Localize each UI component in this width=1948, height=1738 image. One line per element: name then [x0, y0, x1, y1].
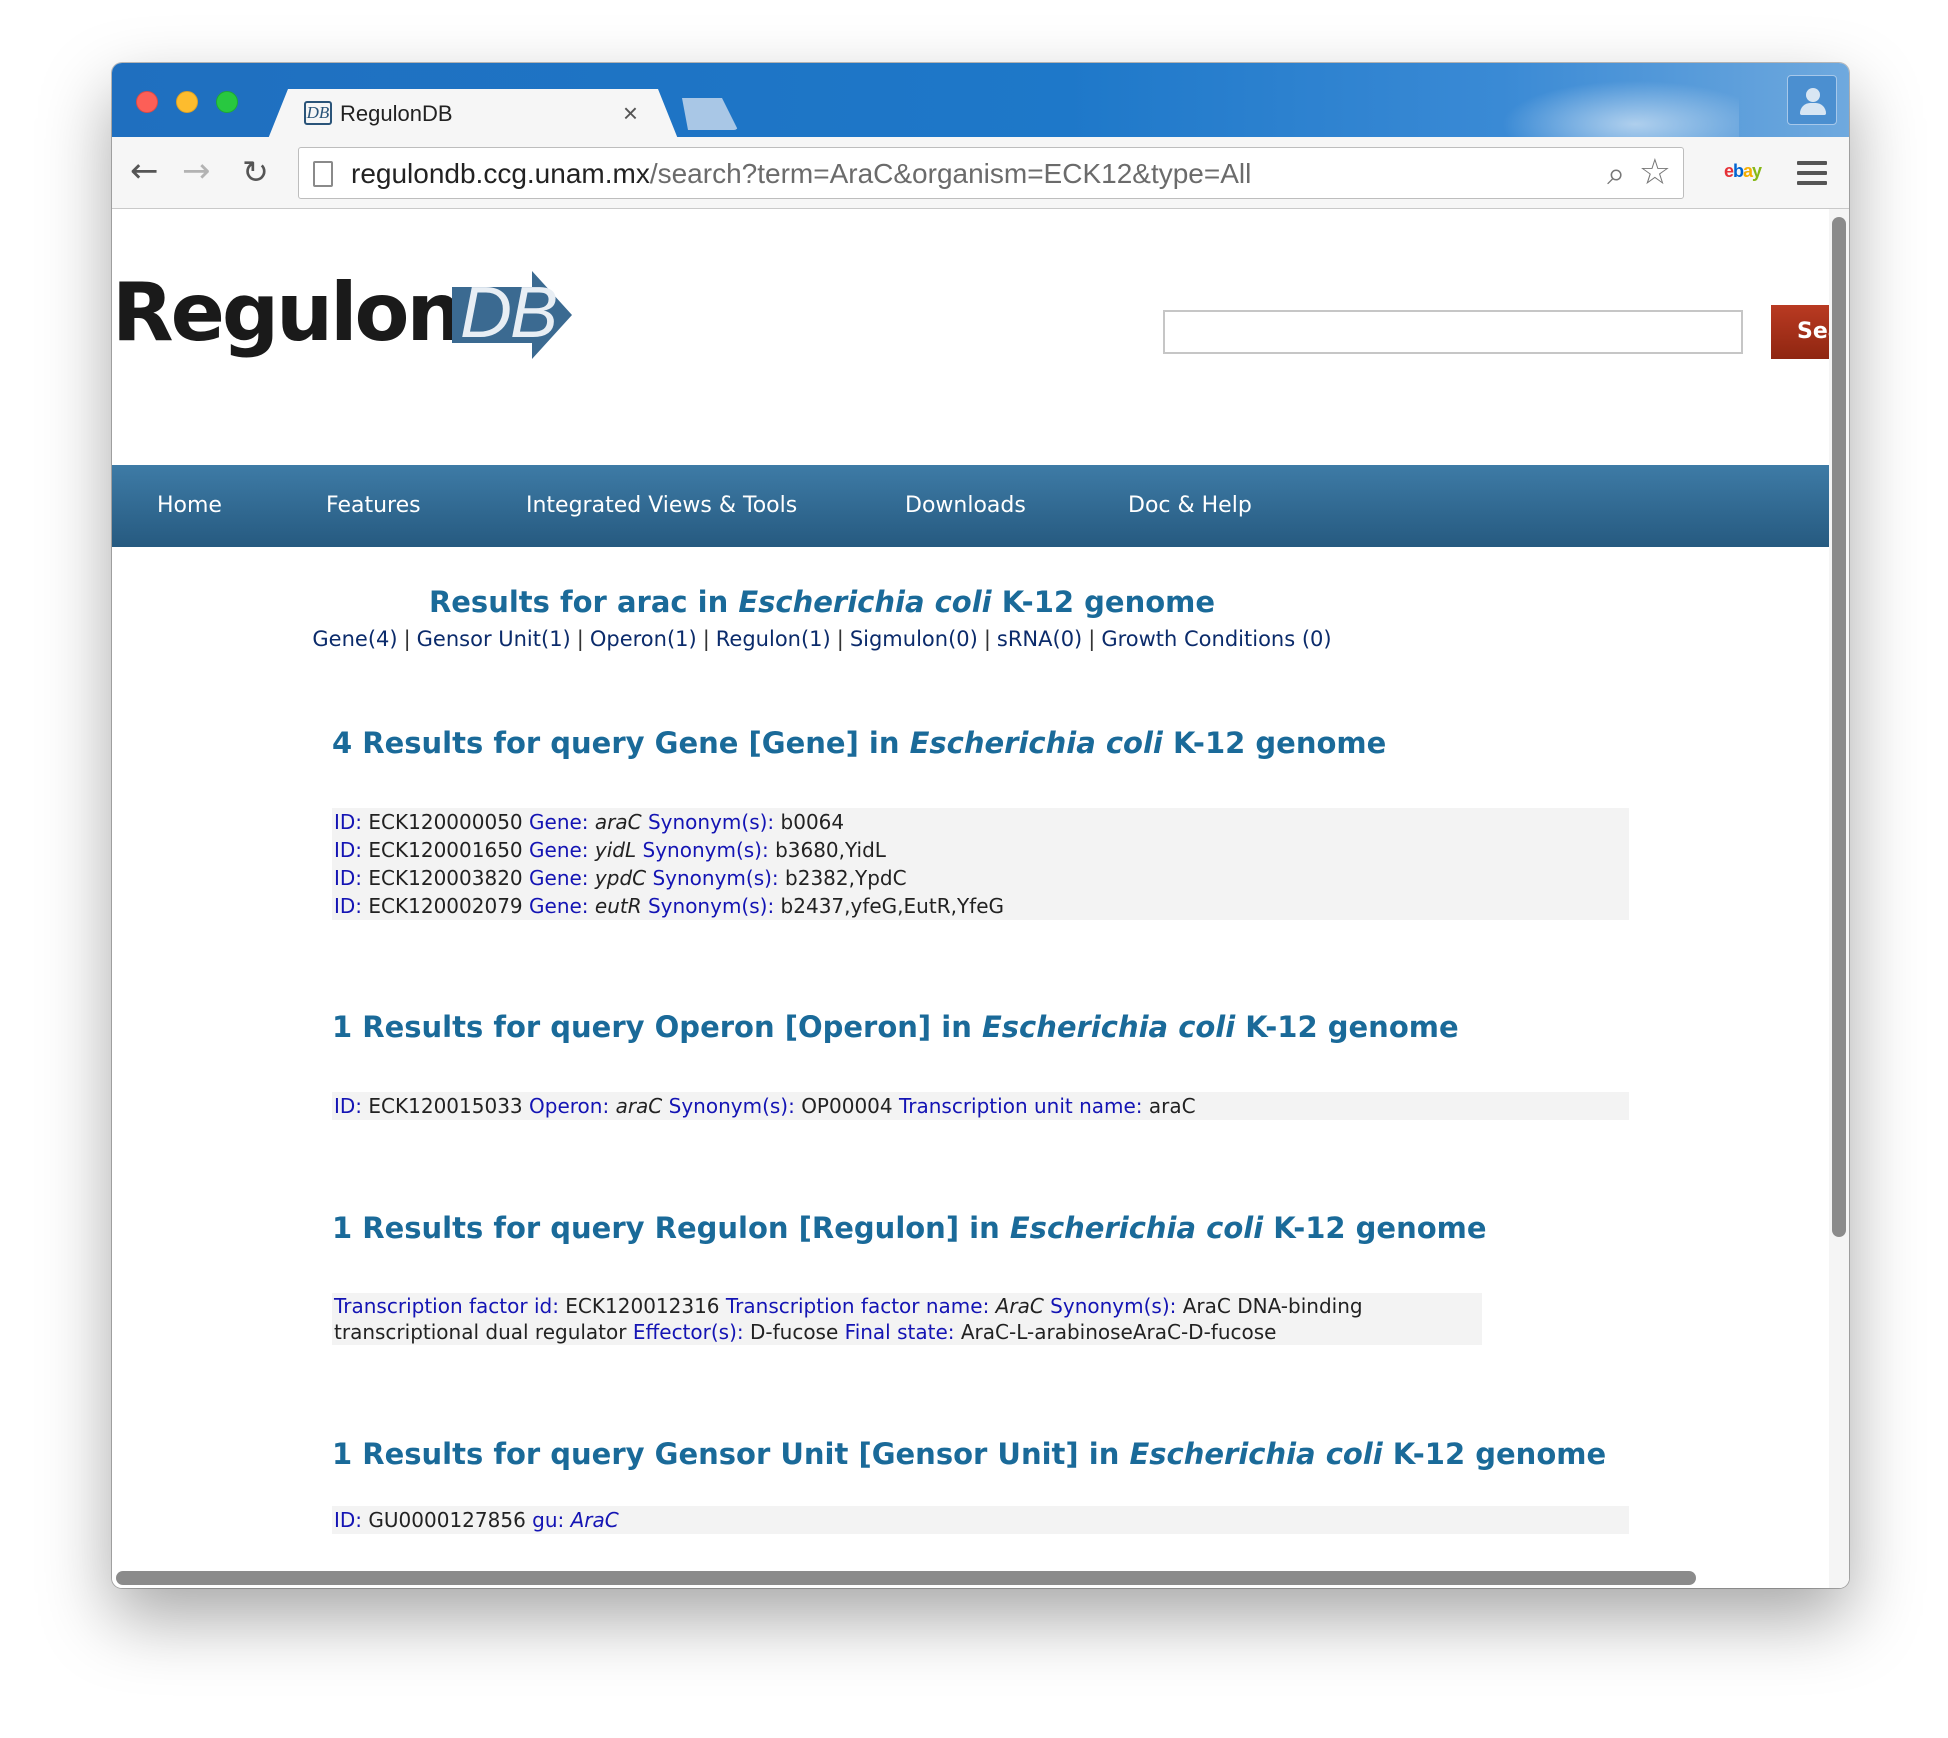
- tab-close-icon[interactable]: ×: [623, 98, 638, 129]
- table-row[interactable]: ID: ECK120003820 Gene: ypdC Synonym(s): …: [332, 864, 1629, 892]
- logo-db-text: DB: [460, 273, 558, 353]
- link-regulon[interactable]: Regulon(1): [716, 627, 831, 651]
- clouds-decoration: [1479, 73, 1739, 137]
- table-row[interactable]: ID: ECK120002079 Gene: eutR Synonym(s): …: [332, 892, 1629, 920]
- vertical-scrollbar[interactable]: [1829, 209, 1849, 1588]
- nav-doc-help[interactable]: Doc & Help: [1128, 493, 1252, 518]
- back-arrow-icon[interactable]: ←: [130, 151, 159, 191]
- results-title: Results for arac in Escherichia coli K-1…: [428, 585, 1216, 619]
- gensor-section-title: 1 Results for query Gensor Unit [Gensor …: [332, 1437, 1607, 1471]
- results-category-links: Gene(4) | Gensor Unit(1) | Operon(1) | Regulon…: [312, 627, 1332, 651]
- browser-toolbar: ← → ↻ regulondb.ccg.unam.mx/search?term=…: [112, 137, 1849, 209]
- zoom-icon[interactable]: ⌕: [1607, 154, 1625, 193]
- url-text[interactable]: regulondb.ccg.unam.mx/search?term=AraC&o…: [351, 158, 1251, 190]
- forward-arrow-icon[interactable]: →: [182, 151, 211, 191]
- page-viewport: Regulon DB Sear Home Features Integrated…: [112, 209, 1849, 1588]
- nav-integrated-views-tools[interactable]: Integrated Views & Tools: [526, 493, 797, 518]
- table-row[interactable]: ID: ECK120015033 Operon: araC Synonym(s)…: [332, 1092, 1629, 1120]
- link-sigmulon[interactable]: Sigmulon(0): [850, 627, 978, 651]
- gene-section-title: 4 Results for query Gene [Gene] in Esche…: [332, 726, 1387, 760]
- table-row[interactable]: ID: ECK120000050 Gene: araC Synonym(s): …: [332, 808, 1629, 836]
- link-operon[interactable]: Operon(1): [590, 627, 697, 651]
- profile-icon: [1806, 88, 1820, 102]
- table-row[interactable]: Transcription factor id: ECK120012316 Tr…: [332, 1293, 1482, 1345]
- link-gene[interactable]: Gene(4): [312, 627, 397, 651]
- operon-section-title: 1 Results for query Operon [Operon] in E…: [332, 1010, 1459, 1044]
- bookmark-star-icon[interactable]: ☆: [1639, 152, 1671, 193]
- ebay-extension-icon[interactable]: ebay: [1724, 161, 1762, 182]
- url-path: /search?term=AraC&organism=ECK12&type=Al…: [649, 158, 1252, 189]
- regulondb-favicon-icon: DB: [304, 101, 332, 125]
- gensor-results: ID: GU0000127856 gu: AraC: [332, 1506, 1629, 1534]
- regulon-results: Transcription factor id: ECK120012316 Tr…: [332, 1293, 1629, 1345]
- nav-home[interactable]: Home: [157, 493, 222, 518]
- link-gensor-unit[interactable]: Gensor Unit(1): [417, 627, 571, 651]
- main-navbar: Home Features Integrated Views & Tools D…: [112, 465, 1849, 547]
- site-search-input[interactable]: [1163, 310, 1743, 354]
- address-bar[interactable]: regulondb.ccg.unam.mx/search?term=AraC&o…: [298, 147, 1684, 199]
- horizontal-scrollbar-thumb[interactable]: [116, 1571, 1696, 1585]
- maximize-window-button[interactable]: [216, 91, 238, 113]
- minimize-window-button[interactable]: [176, 91, 198, 113]
- close-window-button[interactable]: [136, 91, 158, 113]
- url-host: regulondb.ccg.unam.mx: [351, 158, 650, 189]
- table-row[interactable]: ID: GU0000127856 gu: AraC: [332, 1506, 1629, 1534]
- table-row[interactable]: ID: ECK120001650 Gene: yidL Synonym(s): …: [332, 836, 1629, 864]
- tab-regulondb[interactable]: DB RegulonDB ×: [268, 89, 678, 139]
- operon-results: ID: ECK120015033 Operon: araC Synonym(s)…: [332, 1092, 1629, 1120]
- gene-results: ID: ECK120000050 Gene: araC Synonym(s): …: [332, 808, 1629, 920]
- nav-downloads[interactable]: Downloads: [905, 493, 1026, 518]
- link-srna[interactable]: sRNA(0): [997, 627, 1082, 651]
- profile-button[interactable]: [1787, 75, 1837, 125]
- new-tab-button[interactable]: [672, 98, 738, 130]
- title-bar: DB RegulonDB ×: [112, 63, 1849, 137]
- tab-title: RegulonDB: [340, 101, 453, 126]
- page-icon: [313, 161, 333, 187]
- vertical-scrollbar-thumb[interactable]: [1832, 217, 1846, 1237]
- link-growth-conditions[interactable]: Growth Conditions (0): [1101, 627, 1331, 651]
- hamburger-menu-icon[interactable]: [1797, 161, 1827, 191]
- regulon-section-title: 1 Results for query Regulon [Regulon] in…: [332, 1211, 1487, 1245]
- regulondb-logo[interactable]: Regulon DB: [112, 267, 592, 359]
- browser-window: DB RegulonDB × ← → ↻ regulondb.ccg.unam.…: [112, 63, 1849, 1588]
- logo-regulon-text: Regulon: [112, 266, 463, 359]
- nav-features[interactable]: Features: [326, 493, 421, 518]
- reload-icon[interactable]: ↻: [242, 153, 269, 191]
